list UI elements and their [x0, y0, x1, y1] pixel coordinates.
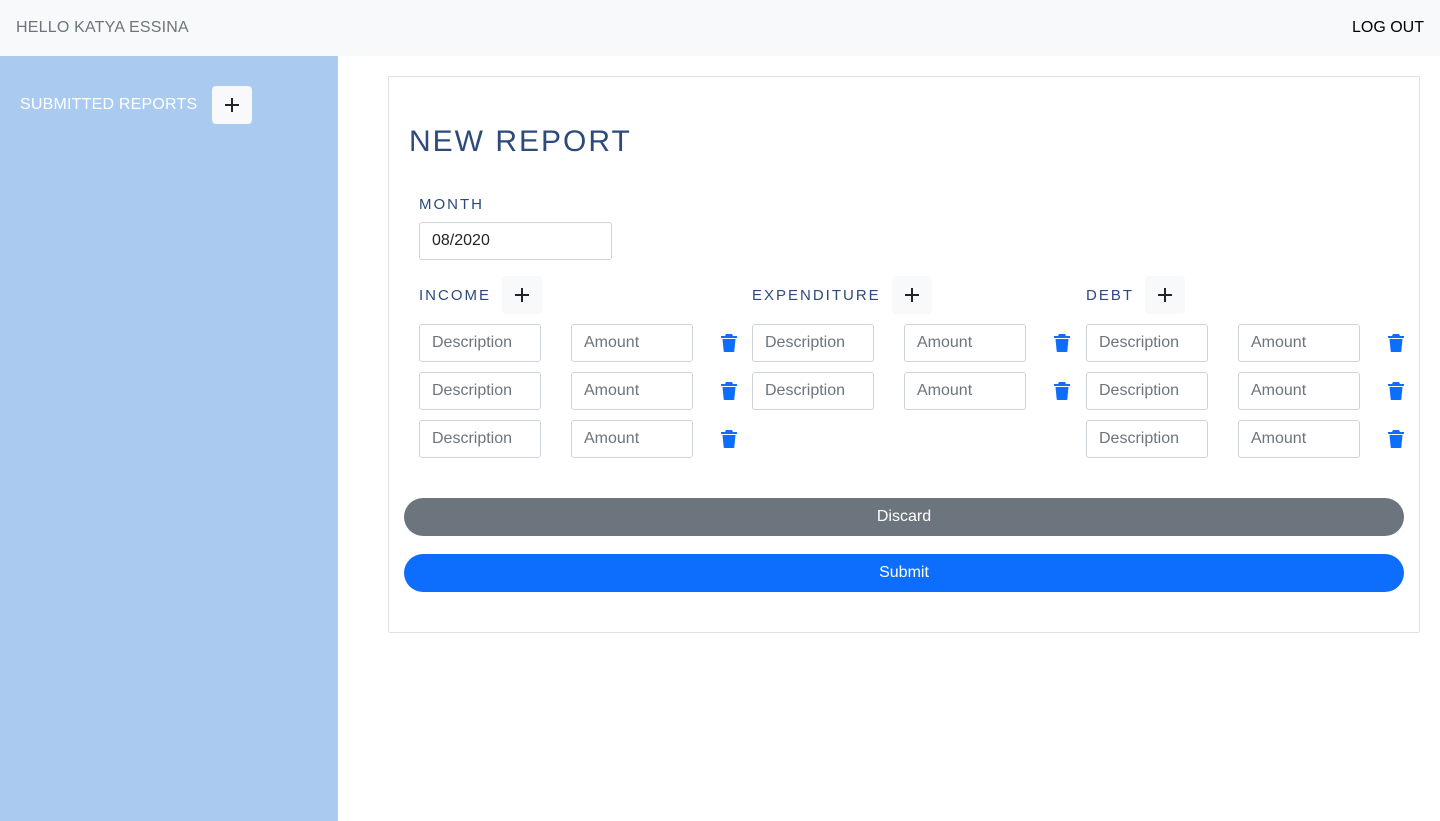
top-navbar: HELLO KATYA ESSINA LOG OUT	[0, 0, 1440, 56]
discard-button[interactable]: Discard	[404, 498, 1404, 536]
debt-row	[1086, 420, 1404, 458]
submit-button[interactable]: Submit	[404, 554, 1404, 592]
income-section: INCOME	[419, 276, 737, 468]
add-report-button[interactable]	[212, 86, 253, 124]
new-report-card: NEW REPORT MONTH INCOME	[388, 76, 1420, 633]
debt-section: DEBT	[1086, 276, 1404, 468]
trash-icon[interactable]	[721, 430, 737, 448]
trash-icon[interactable]	[721, 382, 737, 400]
expenditure-section: EXPENDITURE	[752, 276, 1070, 420]
add-debt-button[interactable]	[1145, 276, 1186, 314]
income-amount-input[interactable]	[571, 324, 693, 362]
income-description-input[interactable]	[419, 420, 541, 458]
income-label: INCOME	[419, 286, 491, 304]
expenditure-amount-input[interactable]	[904, 324, 1026, 362]
expenditure-amount-input[interactable]	[904, 372, 1026, 410]
income-row	[419, 420, 737, 458]
expenditure-description-input[interactable]	[752, 372, 874, 410]
debt-amount-input[interactable]	[1238, 324, 1360, 362]
income-row	[419, 372, 737, 410]
trash-icon[interactable]	[1388, 430, 1404, 448]
add-income-button[interactable]	[502, 276, 542, 314]
debt-row	[1086, 372, 1404, 410]
trash-icon[interactable]	[1388, 382, 1404, 400]
user-greeting: HELLO KATYA ESSINA	[16, 19, 189, 36]
debt-description-input[interactable]	[1086, 420, 1208, 458]
add-expenditure-button[interactable]	[891, 276, 932, 314]
expenditure-description-input[interactable]	[752, 324, 874, 362]
month-input[interactable]	[419, 222, 612, 260]
expenditure-label: EXPENDITURE	[752, 286, 881, 304]
trash-icon[interactable]	[1388, 334, 1404, 352]
page-title: NEW REPORT	[409, 125, 632, 158]
plus-icon	[225, 98, 240, 112]
debt-row	[1086, 324, 1404, 362]
submitted-reports-row: SUBMITTED REPORTS	[20, 86, 253, 124]
debt-description-input[interactable]	[1086, 324, 1208, 362]
month-label: MONTH	[419, 196, 484, 213]
expenditure-row	[752, 324, 1070, 362]
income-amount-input[interactable]	[571, 372, 693, 410]
debt-description-input[interactable]	[1086, 372, 1208, 410]
income-row	[419, 324, 737, 362]
income-amount-input[interactable]	[571, 420, 693, 458]
income-description-input[interactable]	[419, 372, 541, 410]
sidebar: SUBMITTED REPORTS	[0, 56, 338, 821]
plus-icon	[1158, 288, 1173, 302]
debt-label: DEBT	[1086, 286, 1135, 304]
expenditure-row	[752, 372, 1070, 410]
trash-icon[interactable]	[1054, 382, 1070, 400]
debt-amount-input[interactable]	[1238, 420, 1360, 458]
income-description-input[interactable]	[419, 324, 541, 362]
trash-icon[interactable]	[721, 334, 737, 352]
submitted-reports-label: SUBMITTED REPORTS	[20, 96, 198, 113]
debt-amount-input[interactable]	[1238, 372, 1360, 410]
plus-icon	[904, 288, 919, 302]
plus-icon	[515, 288, 529, 302]
logout-link[interactable]: LOG OUT	[1352, 19, 1424, 37]
trash-icon[interactable]	[1054, 334, 1070, 352]
